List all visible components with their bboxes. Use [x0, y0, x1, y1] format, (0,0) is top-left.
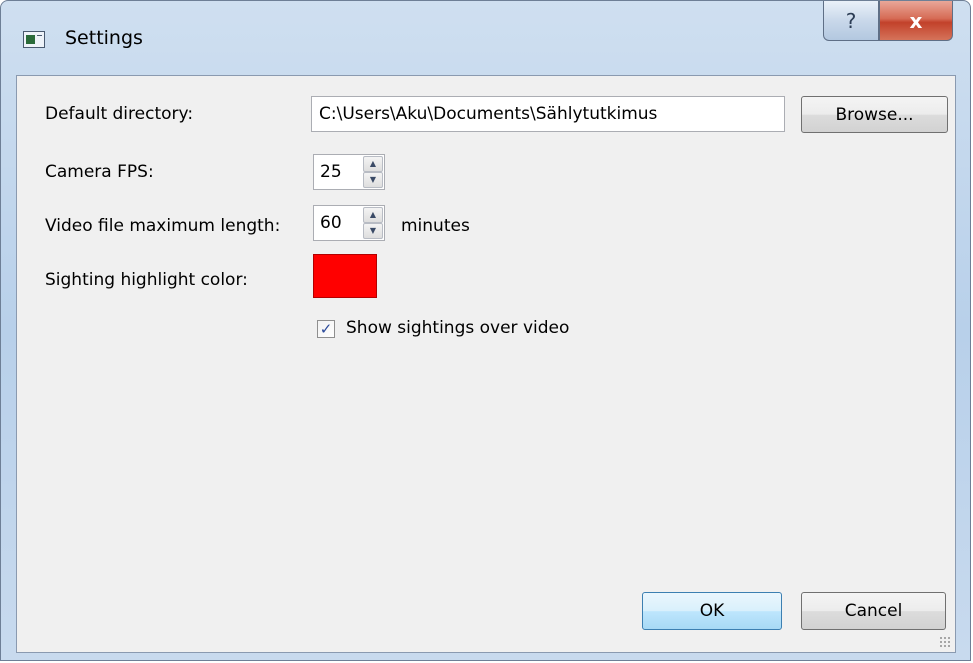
- browse-button-label: Browse...: [835, 104, 914, 125]
- spin-down-icon: ▼: [369, 226, 377, 235]
- dialog-body: Default directory: C:\Users\Aku\Document…: [16, 75, 956, 653]
- spin-down-icon: ▼: [369, 175, 377, 184]
- title-bar[interactable]: Settings ? x: [1, 1, 970, 75]
- video-max-length-value: 60: [320, 213, 342, 233]
- close-icon: x: [909, 8, 923, 33]
- video-max-length-up-button[interactable]: ▲: [363, 207, 383, 223]
- show-sightings-label[interactable]: Show sightings over video: [346, 318, 569, 338]
- default-directory-label: Default directory:: [45, 104, 194, 124]
- highlight-color-label: Sighting highlight color:: [45, 270, 248, 290]
- highlight-color-swatch[interactable]: [313, 254, 377, 298]
- browse-button[interactable]: Browse...: [801, 96, 948, 133]
- resize-grip-icon[interactable]: [939, 636, 951, 648]
- ok-button-label: OK: [699, 601, 725, 621]
- minutes-unit-label: minutes: [401, 216, 470, 236]
- close-button[interactable]: x: [879, 1, 953, 41]
- default-directory-value: C:\Users\Aku\Documents\Sählytutkimus: [319, 104, 658, 124]
- help-icon: ?: [845, 8, 857, 33]
- checkmark-icon: ✓: [319, 319, 333, 338]
- settings-window: Settings ? x Default directory: C:\Users…: [0, 0, 971, 661]
- video-max-length-label: Video file maximum length:: [45, 216, 281, 236]
- camera-fps-spinbox[interactable]: 25 ▲ ▼: [313, 154, 385, 190]
- window-title: Settings: [65, 27, 143, 49]
- app-window-icon: [23, 31, 45, 48]
- help-button[interactable]: ?: [823, 1, 879, 41]
- camera-fps-down-button[interactable]: ▼: [363, 172, 383, 188]
- default-directory-input[interactable]: C:\Users\Aku\Documents\Sählytutkimus: [311, 96, 785, 132]
- ok-button[interactable]: OK: [642, 592, 782, 630]
- spin-up-icon: ▲: [369, 159, 377, 168]
- camera-fps-label: Camera FPS:: [45, 162, 154, 182]
- video-max-length-down-button[interactable]: ▼: [363, 223, 383, 239]
- spin-up-icon: ▲: [369, 210, 377, 219]
- camera-fps-up-button[interactable]: ▲: [363, 156, 383, 172]
- cancel-button-label: Cancel: [844, 601, 903, 621]
- video-max-length-spinbox[interactable]: 60 ▲ ▼: [313, 205, 385, 241]
- cancel-button[interactable]: Cancel: [801, 592, 946, 630]
- camera-fps-value: 25: [320, 162, 342, 182]
- show-sightings-checkbox[interactable]: ✓: [317, 320, 335, 338]
